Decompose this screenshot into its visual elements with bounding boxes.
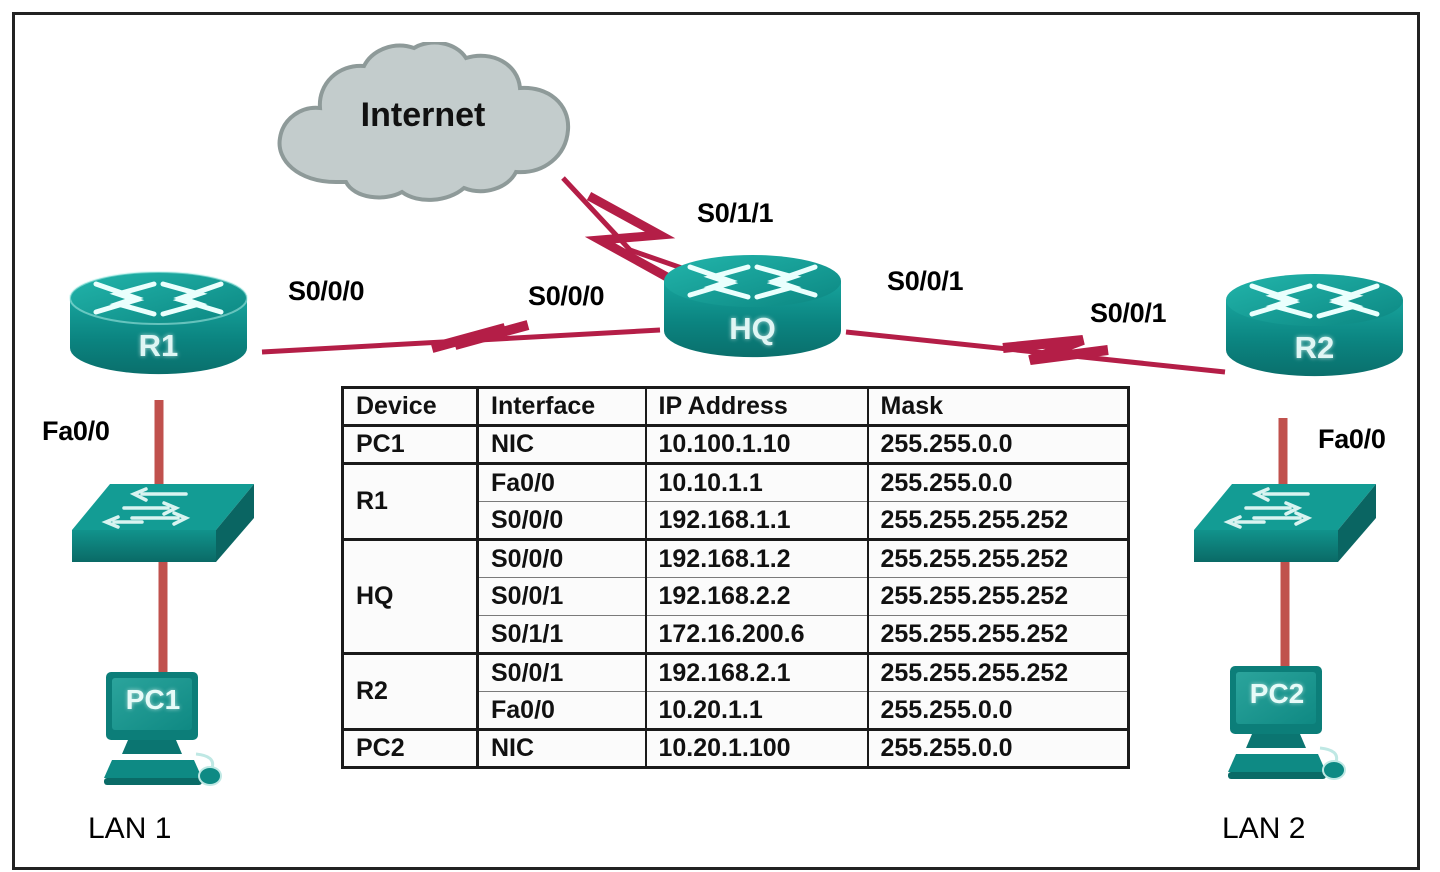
router-r1-label: R1 <box>138 328 179 363</box>
pc1-workstation[interactable]: PC1 <box>98 668 228 803</box>
column-header-mask: Mask <box>867 387 1129 427</box>
label-r1-fa: Fa0/0 <box>42 416 110 446</box>
cell-device: HQ <box>342 538 479 654</box>
table-header-row: Device Interface IP Address Mask <box>342 387 1129 427</box>
router-r1[interactable]: R1 <box>66 270 251 378</box>
table-body: PC1 NIC 10.100.1.10 255.255.0.0 R1 Fa0/0 10.10… <box>342 424 1129 768</box>
addressing-table: Device Interface IP Address Mask PC1 NIC 1… <box>341 386 1130 769</box>
cell-mask: 255.255.0.0 <box>867 462 1129 502</box>
cell-mask: 255.255.0.0 <box>867 728 1129 768</box>
cell-device: PC1 <box>342 424 479 464</box>
cell-mask: 255.255.0.0 <box>867 424 1129 464</box>
column-header-interface: Interface <box>477 387 647 427</box>
cell-interface: NIC <box>477 424 647 464</box>
table-row: R1 Fa0/0 10.10.1.1 255.255.0.0 <box>342 462 1129 540</box>
cell-interface: S0/0/1 <box>477 652 647 692</box>
column-header-ip: IP Address <box>645 387 869 427</box>
table-row: HQ S0/0/0 192.168.1.2 255.255.255.252 <box>342 538 1129 654</box>
pc2-label: PC2 <box>1249 678 1305 709</box>
label-hq-serial-right: S0/0/1 <box>887 266 964 296</box>
cell-ip: 172.16.200.6 <box>645 615 869 654</box>
diagram-canvas: Internet R1 HQ R2 PC1 PC2 S0/0/0 S0/0/0 … <box>0 0 1440 872</box>
cell-interface: S0/0/0 <box>477 538 647 578</box>
cloud-label: Internet <box>360 96 486 134</box>
cell-interface: Fa0/0 <box>477 462 647 502</box>
cell-interface: S0/0/0 <box>477 501 647 540</box>
label-r2-fa: Fa0/0 <box>1318 424 1386 454</box>
label-r2-serial: S0/0/1 <box>1090 298 1167 328</box>
table-row: PC1 NIC 10.100.1.10 255.255.0.0 <box>342 424 1129 464</box>
switch-lan1[interactable] <box>68 478 258 573</box>
cell-device: R2 <box>342 652 479 730</box>
label-lan2: LAN 2 <box>1222 812 1306 845</box>
cell-ip: 10.20.1.100 <box>645 728 869 768</box>
cell-mask: 255.255.255.252 <box>867 538 1129 578</box>
cell-interface: Fa0/0 <box>477 691 647 730</box>
label-lan1: LAN 1 <box>88 812 172 845</box>
cell-interface: S0/1/1 <box>477 615 647 654</box>
cell-ip: 10.100.1.10 <box>645 424 869 464</box>
internet-cloud: Internet <box>258 40 588 207</box>
cell-interface: S0/0/1 <box>477 577 647 616</box>
table-row: PC2 NIC 10.20.1.100 255.255.0.0 <box>342 728 1129 768</box>
label-r1-serial: S0/0/0 <box>288 276 365 306</box>
label-hq-serial-internet: S0/1/1 <box>697 198 774 228</box>
cell-ip: 10.10.1.1 <box>645 462 869 502</box>
router-r2-label: R2 <box>1294 330 1335 365</box>
cell-device: R1 <box>342 462 479 540</box>
switch-lan2[interactable] <box>1190 478 1380 573</box>
cell-ip: 192.168.1.2 <box>645 538 869 578</box>
router-r2[interactable]: R2 <box>1222 272 1407 380</box>
router-hq-label: HQ <box>729 311 776 346</box>
cell-mask: 255.255.0.0 <box>867 691 1129 730</box>
cell-interface: NIC <box>477 728 647 768</box>
column-header-device: Device <box>342 387 479 427</box>
cell-device: PC2 <box>342 728 479 768</box>
cell-ip: 192.168.2.1 <box>645 652 869 692</box>
cell-mask: 255.255.255.252 <box>867 652 1129 692</box>
cell-ip: 10.20.1.1 <box>645 691 869 730</box>
cell-mask: 255.255.255.252 <box>867 577 1129 616</box>
cell-mask: 255.255.255.252 <box>867 615 1129 654</box>
cell-ip: 192.168.2.2 <box>645 577 869 616</box>
pc1-label: PC1 <box>125 684 181 715</box>
cell-mask: 255.255.255.252 <box>867 501 1129 540</box>
label-hq-serial-left: S0/0/0 <box>528 281 605 311</box>
router-hq[interactable]: HQ <box>660 253 845 361</box>
cell-ip: 192.168.1.1 <box>645 501 869 540</box>
table-row: R2 S0/0/1 192.168.2.1 255.255.255.252 <box>342 652 1129 730</box>
pc2-workstation[interactable]: PC2 <box>1222 662 1352 797</box>
